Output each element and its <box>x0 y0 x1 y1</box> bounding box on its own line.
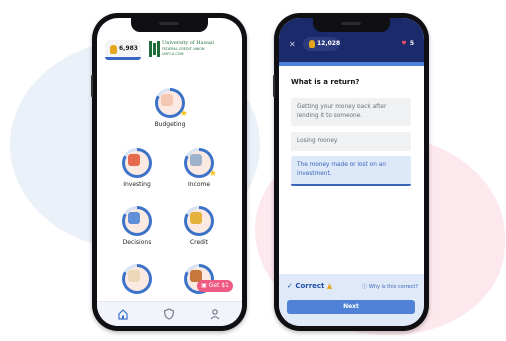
chicken-icon <box>128 270 140 282</box>
coin-balance[interactable]: 12,028 <box>303 37 341 51</box>
star-icon: ★ <box>179 109 188 119</box>
question-text: What is a return? <box>291 78 360 86</box>
logo-line-2: FEDERAL CREDIT UNION <box>162 47 205 51</box>
left-phone-screen: 6,983 University of Hawaii FEDERAL CREDI… <box>97 18 242 326</box>
speaker <box>159 22 179 25</box>
notch <box>131 18 208 32</box>
correct-label: Correct <box>295 282 325 290</box>
right-phone-screen: ✕ 12,028 ♥ 5 What is a return? Getting yo… <box>279 18 424 326</box>
coin-icon <box>309 40 315 48</box>
lives-counter: ♥ 5 <box>401 40 414 47</box>
get-reward-badge[interactable]: ▣ Get $1 <box>197 280 233 292</box>
speaker <box>341 22 361 25</box>
notch <box>313 18 390 32</box>
progress-ring <box>184 206 214 236</box>
quiz-progress-bar <box>279 62 424 66</box>
coin-count: 6,983 <box>119 45 138 52</box>
answer-option[interactable]: Getting your money back after lending it… <box>291 98 411 126</box>
treasure-chest-icon <box>128 154 140 166</box>
credit-union-logo: University of Hawaii FEDERAL CREDIT UNIO… <box>149 38 237 64</box>
progress-ring <box>122 206 152 236</box>
topic-label: Credit <box>189 239 209 246</box>
why-correct-link[interactable]: ⓘ Why is this correct? <box>362 283 418 290</box>
lives-count: 5 <box>409 40 414 47</box>
thumbs-up-icon: ▲ <box>326 282 333 290</box>
topic-node-chicken[interactable] <box>117 264 157 294</box>
topic-label: Income <box>187 181 211 188</box>
help-icon: ⓘ <box>362 284 368 290</box>
topic-label: Investing <box>123 181 151 188</box>
progress-ring <box>122 148 152 178</box>
correct-feedback: ✓ Correct ▲ <box>287 282 332 290</box>
logo-line-3: UHFCU.COM <box>162 52 184 56</box>
progress-ring: ★ <box>184 148 217 179</box>
bottom-tab-bar <box>97 301 242 326</box>
why-correct-label: Why is this correct? <box>368 284 418 290</box>
topic-node-investing[interactable]: Investing <box>117 148 157 188</box>
star-icon: ★ <box>208 169 217 179</box>
coin-balance[interactable]: 6,983 <box>105 40 141 60</box>
close-icon[interactable]: ✕ <box>289 40 296 49</box>
answer-option-selected[interactable]: The money made or lost on an investment. <box>291 156 411 186</box>
progress-ring: ★ <box>155 88 188 119</box>
right-phone: ✕ 12,028 ♥ 5 What is a return? Getting yo… <box>273 13 429 331</box>
shield-icon[interactable] <box>163 308 175 320</box>
topic-label: Decisions <box>122 239 152 246</box>
topic-label: Budgeting <box>154 121 186 128</box>
building-icon <box>190 212 202 224</box>
topic-node-budgeting[interactable]: ★ Budgeting <box>150 88 190 128</box>
check-icon: ✓ <box>287 282 293 290</box>
next-button[interactable]: Next <box>287 300 415 314</box>
topic-node-decisions[interactable]: Decisions <box>117 206 157 246</box>
answer-option[interactable]: Losing money. <box>291 132 411 151</box>
elephant-icon <box>190 154 202 166</box>
heart-icon: ♥ <box>401 40 407 47</box>
coin-icon <box>110 45 117 54</box>
piggy-bank-icon <box>161 94 173 106</box>
app-header: 6,983 University of Hawaii FEDERAL CREDI… <box>97 32 242 70</box>
coin-progress-bar <box>105 57 141 60</box>
topic-node-credit[interactable]: Credit <box>179 206 219 246</box>
home-icon[interactable] <box>117 308 129 320</box>
profile-icon[interactable] <box>209 308 221 320</box>
gift-icon: ▣ <box>201 282 207 289</box>
logo-mark-icon <box>149 41 160 57</box>
logo-line-1: University of Hawaii <box>162 40 215 46</box>
left-phone: 6,983 University of Hawaii FEDERAL CREDI… <box>91 13 247 331</box>
get-reward-label: Get $1 <box>208 282 229 289</box>
coin-count: 12,028 <box>317 40 341 47</box>
topic-node-income[interactable]: ★ Income <box>179 148 219 188</box>
bird-icon <box>128 212 140 224</box>
progress-ring <box>122 264 152 294</box>
feedback-panel: ✓ Correct ▲ ⓘ Why is this correct? Next <box>279 274 424 326</box>
